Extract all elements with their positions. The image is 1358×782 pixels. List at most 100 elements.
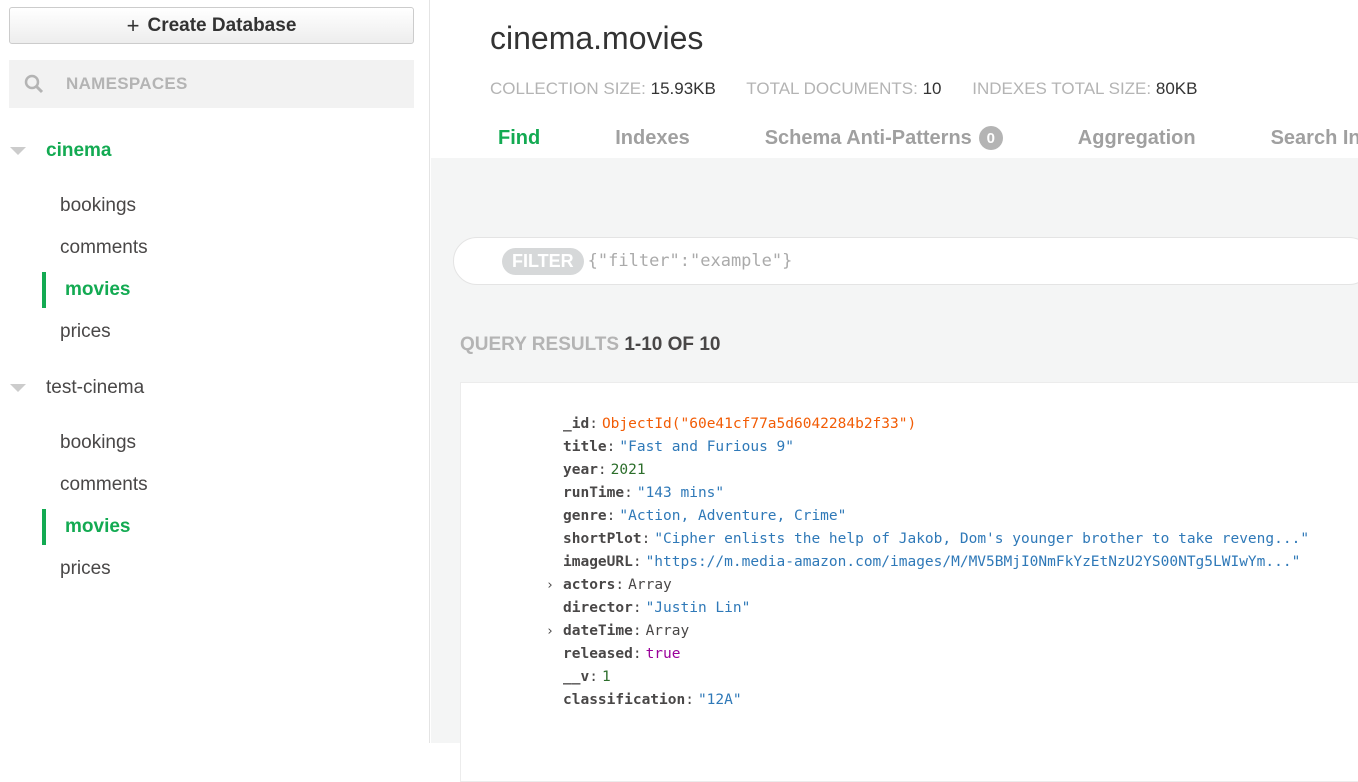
document-field: genre: "Action, Adventure, Crime" bbox=[563, 505, 846, 528]
document-field: released: true bbox=[563, 643, 681, 666]
caret-down-icon[interactable] bbox=[10, 147, 26, 155]
field-value: ObjectId("60e41cf77a5d6042284b2f33") bbox=[601, 416, 917, 432]
field-key: __v bbox=[563, 669, 590, 685]
colon: : bbox=[641, 531, 651, 547]
caret-down-icon[interactable] bbox=[10, 384, 26, 392]
field-value: "12A" bbox=[697, 692, 742, 708]
database-name: test-cinema bbox=[46, 377, 145, 398]
field-value: 1 bbox=[601, 669, 611, 685]
database-name: cinema bbox=[46, 140, 112, 161]
document-field: › dateTime: Array bbox=[546, 620, 690, 643]
count-badge: 0 bbox=[978, 126, 1003, 150]
document-card[interactable]: _id: ObjectId("60e41cf77a5d6042284b2f33")… bbox=[460, 382, 1358, 782]
stat-label: INDEXES TOTAL SIZE: bbox=[972, 79, 1152, 98]
colon: : bbox=[597, 462, 607, 478]
page-title: cinema.movies bbox=[490, 20, 704, 56]
collection-item-movies[interactable]: movies bbox=[42, 272, 422, 308]
tab-bar: Find Indexes Schema Anti-Patterns 0 Aggre… bbox=[498, 126, 1358, 150]
field-key: year bbox=[563, 462, 598, 478]
stat-value: 80KB bbox=[1155, 79, 1198, 98]
collection-item-prices[interactable]: prices bbox=[42, 551, 422, 587]
field-key: title bbox=[563, 439, 607, 455]
stat-label: COLLECTION SIZE: bbox=[490, 79, 646, 98]
search-icon bbox=[24, 74, 44, 94]
field-key: imageURL bbox=[563, 554, 633, 570]
filter-input[interactable]: {"filter":"example"} bbox=[588, 251, 793, 271]
chevron-right-icon[interactable]: › bbox=[546, 620, 554, 643]
colon: : bbox=[606, 508, 616, 524]
query-results-heading: QUERY RESULTS 1-10 OF 10 bbox=[460, 334, 720, 356]
database-item[interactable]: test-cinema bbox=[0, 370, 144, 406]
create-database-label: Create Database bbox=[147, 14, 297, 36]
field-value: Array bbox=[628, 577, 672, 593]
stat-value: 15.93KB bbox=[650, 79, 716, 98]
tab-schema-anti-patterns[interactable]: Schema Anti-Patterns 0 bbox=[765, 126, 1003, 150]
field-key: runTime bbox=[563, 485, 625, 501]
collection-item-comments[interactable]: comments bbox=[42, 230, 422, 266]
namespace-search-placeholder: NAMESPACES bbox=[66, 74, 188, 93]
document-field: imageURL: "https://m.media-amazon.com/ima… bbox=[563, 551, 1300, 574]
field-key: actors bbox=[563, 577, 616, 593]
field-value: "Cipher enlists the help of Jakob, Dom's… bbox=[654, 531, 1310, 547]
field-value: "Fast and Furious 9" bbox=[619, 439, 794, 455]
plus-icon: + bbox=[126, 12, 140, 38]
document-field: classification: "12A" bbox=[563, 689, 742, 712]
results-label: QUERY RESULTS bbox=[460, 334, 620, 355]
collection-item-bookings[interactable]: bookings bbox=[42, 425, 422, 461]
document-field: title: "Fast and Furious 9" bbox=[563, 436, 794, 459]
tab-search-indexes[interactable]: Search In bbox=[1271, 126, 1358, 150]
namespace-search[interactable]: NAMESPACES bbox=[9, 60, 414, 108]
field-key: director bbox=[563, 600, 633, 616]
field-key: _id bbox=[563, 416, 590, 432]
tab-label: Schema Anti-Patterns bbox=[764, 126, 972, 149]
stat-label: TOTAL DOCUMENTS: bbox=[746, 79, 918, 98]
field-value: "143 mins" bbox=[636, 485, 725, 501]
field-key: released bbox=[563, 646, 633, 662]
main-content: FILTER {"filter":"example"} QUERY RESULT… bbox=[431, 158, 1358, 782]
field-value: "Action, Adventure, Crime" bbox=[619, 508, 847, 524]
colon: : bbox=[632, 554, 642, 570]
field-key: genre bbox=[563, 508, 607, 524]
collection-stats: COLLECTION SIZE: 15.93KB TOTAL DOCUMENTS… bbox=[490, 79, 1223, 99]
stat-value: 10 bbox=[922, 79, 942, 98]
colon: : bbox=[632, 623, 642, 639]
collection-header: cinema.movies COLLECTION SIZE: 15.93KB T… bbox=[431, 0, 1358, 158]
filter-bar[interactable]: FILTER {"filter":"example"} bbox=[453, 237, 1358, 285]
tab-indexes[interactable]: Indexes bbox=[615, 126, 689, 150]
colon: : bbox=[685, 692, 694, 708]
colon: : bbox=[615, 577, 625, 593]
document-field: _id: ObjectId("60e41cf77a5d6042284b2f33") bbox=[563, 413, 916, 436]
document-field: runTime: "143 mins" bbox=[563, 482, 724, 505]
field-key: dateTime bbox=[563, 623, 633, 639]
tab-find[interactable]: Find bbox=[498, 126, 540, 150]
field-key: classification bbox=[563, 692, 686, 708]
document-field: › actors: Array bbox=[546, 574, 672, 597]
colon: : bbox=[606, 439, 616, 455]
document-field: shortPlot: "Cipher enlists the help of Ja… bbox=[563, 528, 1309, 551]
collection-item-comments[interactable]: comments bbox=[42, 467, 422, 503]
document-field: year: 2021 bbox=[563, 459, 646, 482]
field-value: Array bbox=[645, 623, 690, 639]
document-field: director: "Justin Lin" bbox=[563, 597, 750, 620]
colon: : bbox=[589, 416, 598, 432]
collection-item-bookings[interactable]: bookings bbox=[42, 188, 422, 224]
colon: : bbox=[632, 646, 642, 662]
colon: : bbox=[632, 600, 642, 616]
database-item[interactable]: cinema bbox=[0, 133, 111, 169]
tab-aggregation[interactable]: Aggregation bbox=[1078, 126, 1196, 150]
field-key: shortPlot bbox=[563, 531, 642, 547]
document-field: __v: 1 bbox=[563, 666, 611, 689]
chevron-right-icon[interactable]: › bbox=[546, 574, 554, 597]
colon: : bbox=[589, 669, 598, 685]
field-value: "Justin Lin" bbox=[645, 600, 751, 616]
field-value: "https://m.media-amazon.com/images/M/MV5… bbox=[645, 554, 1301, 570]
field-value: 2021 bbox=[610, 462, 646, 478]
collection-item-movies[interactable]: movies bbox=[42, 509, 422, 545]
colon: : bbox=[624, 485, 633, 501]
create-database-button[interactable]: + Create Database bbox=[9, 7, 414, 44]
field-value: true bbox=[645, 646, 681, 662]
sidebar: + Create Database NAMESPACES cinema bookin… bbox=[0, 0, 430, 743]
collection-item-prices[interactable]: prices bbox=[42, 314, 422, 350]
results-range: 1-10 OF 10 bbox=[624, 334, 721, 355]
filter-label: FILTER bbox=[502, 247, 584, 275]
